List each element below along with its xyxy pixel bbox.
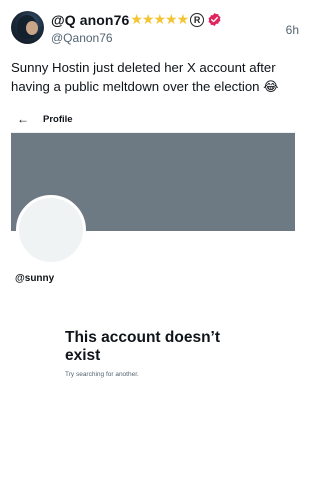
embedded-screenshot[interactable]: ← Profile @sunny This account doesn’t ex… — [11, 107, 295, 500]
verified-badge-icon — [208, 12, 221, 27]
author-display-name[interactable]: @Q anon76 — [51, 12, 129, 28]
display-name-row: @Q anon76 ★★★★★ R — [51, 11, 222, 28]
account-not-exist-title: This account doesn’t exist — [65, 329, 221, 364]
star-emoji-icons: ★★★★★ — [130, 11, 189, 27]
profile-picture-placeholder — [16, 195, 86, 265]
registered-mark-icon: R — [190, 12, 205, 27]
account-not-exist-subtitle: Try searching for another. — [65, 371, 139, 378]
post-text: Sunny Hostin just deleted her X account … — [11, 60, 279, 94]
post-header: @Q anon76 ★★★★★ R @Qanon76 6h — [11, 11, 301, 47]
profile-handle: @sunny — [15, 273, 55, 284]
avatar-face — [26, 21, 38, 35]
author-avatar[interactable] — [11, 11, 44, 44]
profile-header-bar: ← Profile — [11, 107, 295, 133]
author-handle[interactable]: @Qanon76 — [51, 31, 113, 45]
post-timestamp[interactable]: 6h — [286, 23, 299, 37]
back-arrow-icon[interactable]: ← — [17, 112, 29, 126]
profile-title: Profile — [43, 114, 73, 125]
